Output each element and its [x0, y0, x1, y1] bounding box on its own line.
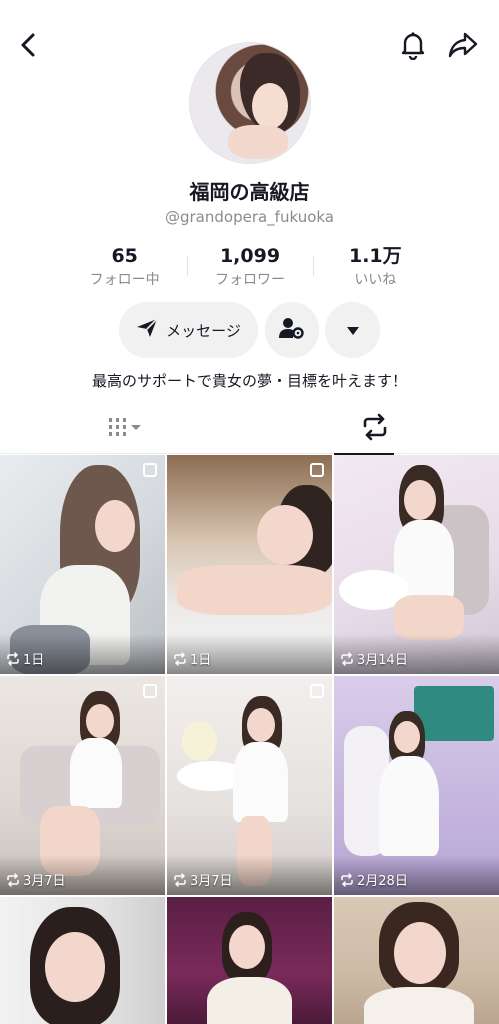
stat-followers[interactable]: 1,099 フォロワー: [187, 244, 312, 294]
thumbnail-face: [394, 721, 420, 753]
avatar[interactable]: [189, 42, 311, 164]
stat-followers-value: 1,099: [219, 245, 281, 267]
thumbnail-outfit: [233, 742, 288, 822]
grid-item[interactable]: 3月7日: [0, 676, 165, 895]
thumbnail-face: [394, 922, 446, 984]
caret-down-icon: [346, 321, 360, 340]
grid-item[interactable]: 1日: [0, 455, 165, 674]
repost-date: 3月7日: [23, 874, 66, 889]
avatar-face: [252, 83, 288, 129]
repost-icon: [174, 872, 186, 887]
repost-date: 3月14日: [357, 653, 408, 668]
thumbnail-face: [247, 708, 275, 742]
action-buttons: メッセージ: [0, 302, 499, 358]
avatar-hand: [228, 125, 288, 159]
thumbnail-face: [229, 925, 265, 969]
repost-icon: [341, 651, 353, 666]
repost-icon: [361, 413, 389, 445]
stat-likes-value: 1.1万: [348, 245, 402, 267]
thumbnail-outfit: [70, 738, 122, 808]
thumbnail-screen: [414, 686, 494, 741]
repost-meta: 2月28日: [340, 870, 408, 889]
stat-following[interactable]: 65 フォロー中: [62, 244, 187, 294]
repost-icon: [341, 872, 353, 887]
multi-image-icon: [310, 684, 324, 698]
repost-icon: [174, 651, 186, 666]
repost-meta: 1日: [6, 649, 44, 668]
repost-date: 1日: [23, 653, 45, 668]
grid-item[interactable]: 1日: [167, 455, 332, 674]
thumbnail-face: [257, 505, 313, 565]
thumbnail-face: [86, 704, 114, 738]
grid-item[interactable]: 3月14日: [334, 455, 499, 674]
repost-meta: 1日: [173, 649, 211, 668]
grid-item[interactable]: 3月7日: [167, 676, 332, 895]
message-label: メッセージ: [166, 321, 241, 340]
thumbnail-face: [45, 932, 105, 1002]
stat-likes-label: いいね: [354, 272, 397, 288]
thumbnail-outfit: [379, 756, 439, 856]
person-gear-icon: [279, 316, 305, 344]
grid-item[interactable]: [167, 897, 332, 1024]
multi-image-icon: [143, 684, 157, 698]
repost-date: 2月28日: [357, 874, 408, 889]
subscribe-button[interactable]: [265, 302, 319, 358]
repost-meta: 3月7日: [6, 870, 66, 889]
thumbnail-outfit: [207, 977, 292, 1024]
multi-image-icon: [143, 463, 157, 477]
chevron-left-icon[interactable]: [12, 28, 46, 62]
display-name: 福岡の高級店: [189, 180, 310, 204]
repost-meta: 3月14日: [340, 649, 408, 668]
thumbnail-flowers: [182, 721, 217, 761]
grid-item[interactable]: [0, 897, 165, 1024]
thumbnail-face: [404, 480, 436, 520]
stat-following-label: フォロー中: [89, 272, 160, 288]
grid-item[interactable]: 2月28日: [334, 676, 499, 895]
multi-image-icon: [310, 463, 324, 477]
message-button[interactable]: メッセージ: [119, 302, 258, 358]
share-arrow-icon[interactable]: [446, 28, 480, 62]
thumbnail-outfit: [364, 987, 474, 1024]
stats-row: 65 フォロー中 1,099 フォロワー 1.1万 いいね: [62, 244, 438, 294]
grid-bars-icon: [105, 415, 145, 443]
thumbnail-face: [95, 500, 135, 552]
repost-meta: 3月7日: [173, 870, 233, 889]
repost-icon: [7, 651, 19, 666]
repost-date: 3月7日: [190, 874, 233, 889]
grid-item[interactable]: [334, 897, 499, 1024]
repost-icon: [7, 872, 19, 887]
stat-likes[interactable]: 1.1万 いいね: [312, 244, 438, 294]
repost-date: 1日: [190, 653, 212, 668]
stat-following-value: 65: [111, 245, 138, 267]
bell-icon[interactable]: [396, 28, 430, 62]
stat-followers-label: フォロワー: [214, 272, 285, 288]
video-grid: 1日 1日 3月14日 3月7日 3月7日 2月28日: [0, 455, 499, 1024]
content-tabs: [0, 404, 499, 455]
send-icon: [136, 318, 158, 342]
thumbnail-arms: [177, 565, 332, 615]
bio: 最高のサポートで貴女の夢・目標を叶えます！: [91, 372, 407, 390]
tab-videos[interactable]: [0, 404, 250, 454]
username: @grandopera_fukuoka: [164, 208, 334, 226]
tab-reposts[interactable]: [250, 404, 499, 455]
more-button[interactable]: [325, 302, 380, 358]
